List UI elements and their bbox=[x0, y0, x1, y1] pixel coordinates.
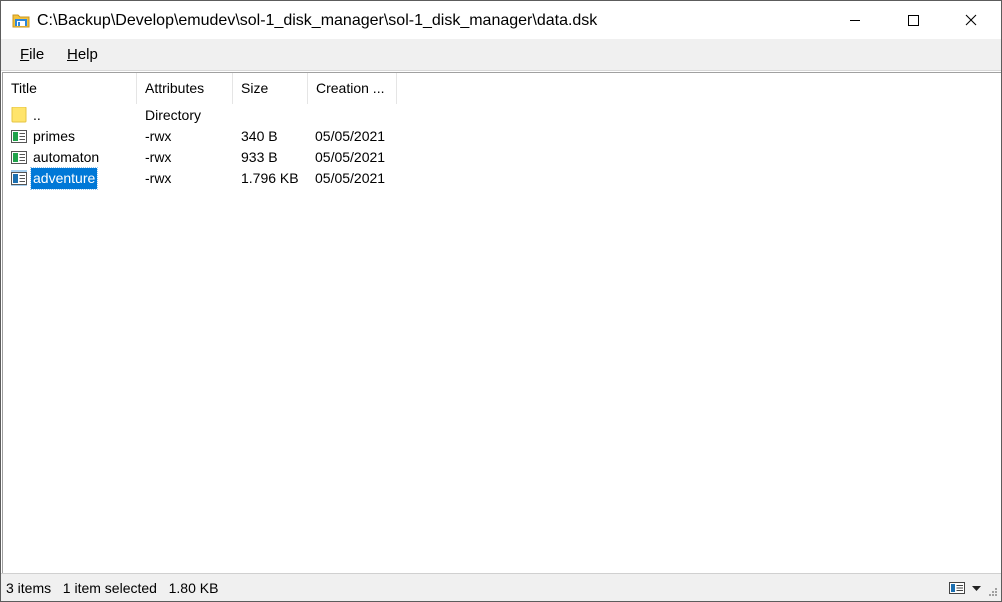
column-header-size[interactable]: Size bbox=[233, 73, 308, 104]
menu-bar: File Help bbox=[1, 39, 1001, 71]
resize-grip-icon[interactable] bbox=[986, 587, 998, 599]
item-title: primes bbox=[33, 128, 76, 144]
chevron-down-icon[interactable] bbox=[972, 586, 981, 591]
folder-icon bbox=[11, 107, 27, 123]
item-attributes: -rwx bbox=[145, 128, 172, 144]
item-title: adventure bbox=[29, 167, 99, 190]
minimize-icon bbox=[850, 20, 860, 21]
program-file-icon bbox=[11, 170, 27, 186]
menu-file-label: ile bbox=[29, 46, 45, 63]
program-file-icon bbox=[11, 130, 27, 143]
column-header-title[interactable]: Title bbox=[3, 73, 137, 104]
column-header-attributes[interactable]: Attributes bbox=[137, 73, 233, 104]
list-item-adventure[interactable]: adventure -rwx 1.796 KB 05/05/2021 bbox=[3, 167, 403, 190]
close-icon bbox=[965, 14, 977, 26]
item-title: .. bbox=[33, 107, 41, 123]
menu-help-label: elp bbox=[77, 46, 98, 63]
item-title: automaton bbox=[33, 149, 100, 165]
item-size: 933 B bbox=[241, 149, 278, 165]
maximize-button[interactable] bbox=[884, 1, 942, 39]
list-item-parent-directory[interactable]: .. Directory bbox=[3, 105, 403, 126]
app-window: C:\Backup\Develop\emudev\sol-1_disk_mana… bbox=[0, 0, 1002, 602]
item-size: 1.796 KB bbox=[241, 170, 299, 186]
item-date: 05/05/2021 bbox=[315, 128, 386, 144]
menu-help-mnemonic: H bbox=[67, 46, 78, 63]
column-header-row: Title Attributes Size Creation ... bbox=[3, 73, 1001, 104]
item-size: 340 B bbox=[241, 128, 278, 144]
minimize-button[interactable] bbox=[826, 1, 884, 39]
item-attributes: -rwx bbox=[145, 149, 172, 165]
status-bar: 3 items 1 item selected 1.80 KB bbox=[1, 573, 1001, 601]
program-file-icon bbox=[11, 151, 27, 164]
column-header-creation[interactable]: Creation ... bbox=[308, 73, 397, 104]
item-date: 05/05/2021 bbox=[315, 170, 386, 186]
item-date: 05/05/2021 bbox=[315, 149, 386, 165]
close-button[interactable] bbox=[942, 1, 1000, 39]
menu-file[interactable]: File bbox=[18, 45, 46, 64]
list-item-automaton[interactable]: automaton -rwx 933 B 05/05/2021 bbox=[3, 147, 403, 168]
window-title: C:\Backup\Develop\emudev\sol-1_disk_mana… bbox=[37, 12, 598, 29]
title-bar[interactable]: C:\Backup\Develop\emudev\sol-1_disk_mana… bbox=[1, 1, 1001, 39]
item-attributes: Directory bbox=[145, 107, 202, 123]
folder-disk-icon bbox=[12, 14, 30, 28]
status-text: 3 items 1 item selected 1.80 KB bbox=[6, 580, 219, 596]
maximize-icon bbox=[908, 15, 919, 26]
item-attributes: -rwx bbox=[145, 170, 172, 186]
menu-help[interactable]: Help bbox=[65, 45, 100, 64]
view-mode-icon[interactable] bbox=[949, 582, 965, 594]
menu-file-mnemonic: F bbox=[20, 46, 30, 63]
list-item-primes[interactable]: primes -rwx 340 B 05/05/2021 bbox=[3, 126, 403, 147]
file-list-view[interactable]: Title Attributes Size Creation ... .. Di… bbox=[2, 72, 1001, 573]
